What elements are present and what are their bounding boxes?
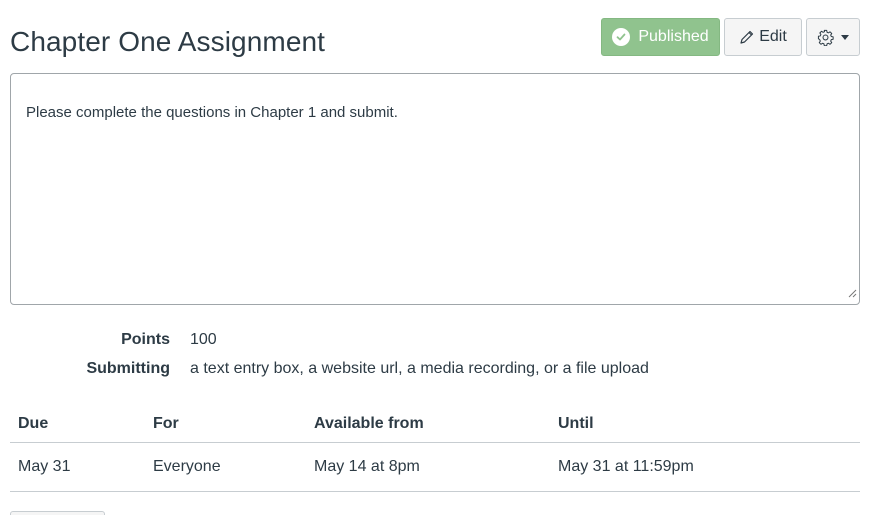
caret-down-icon bbox=[841, 34, 849, 40]
assignment-page: Chapter One Assignment Published Edit Pl… bbox=[0, 0, 894, 515]
gear-icon bbox=[817, 29, 834, 46]
due-date-cell: May 31 bbox=[10, 442, 145, 492]
pencil-icon bbox=[739, 29, 755, 45]
edit-label: Edit bbox=[759, 28, 787, 45]
edit-button[interactable]: Edit bbox=[724, 18, 802, 56]
page-title: Chapter One Assignment bbox=[10, 26, 326, 57]
column-header-available-from: Available from bbox=[306, 405, 550, 443]
submitting-label: Submitting bbox=[86, 360, 170, 377]
settings-menu-button[interactable] bbox=[806, 18, 860, 56]
submitting-value: a text entry box, a website url, a media… bbox=[190, 360, 649, 377]
dates-table: Due For Available from Until May 31 Ever… bbox=[10, 405, 860, 492]
published-button[interactable]: Published bbox=[601, 18, 720, 56]
description-text: Please complete the questions in Chapter… bbox=[26, 104, 398, 121]
column-header-due: Due bbox=[10, 405, 145, 443]
available-from-cell: May 14 at 8pm bbox=[306, 442, 550, 492]
check-circle-icon bbox=[612, 28, 631, 46]
resize-grip-icon[interactable] bbox=[848, 285, 857, 302]
until-cell: May 31 at 11:59pm bbox=[550, 442, 860, 492]
assignment-description: Please complete the questions in Chapter… bbox=[10, 73, 860, 305]
table-row: May 31 Everyone May 14 at 8pm May 31 at … bbox=[10, 442, 860, 492]
points-value: 100 bbox=[190, 331, 217, 348]
published-label: Published bbox=[638, 28, 709, 45]
for-cell: Everyone bbox=[145, 442, 306, 492]
partial-button[interactable] bbox=[10, 511, 105, 515]
table-header-row: Due For Available from Until bbox=[10, 405, 860, 443]
points-label: Points bbox=[121, 331, 170, 348]
column-header-for: For bbox=[145, 405, 306, 443]
column-header-until: Until bbox=[550, 405, 860, 443]
